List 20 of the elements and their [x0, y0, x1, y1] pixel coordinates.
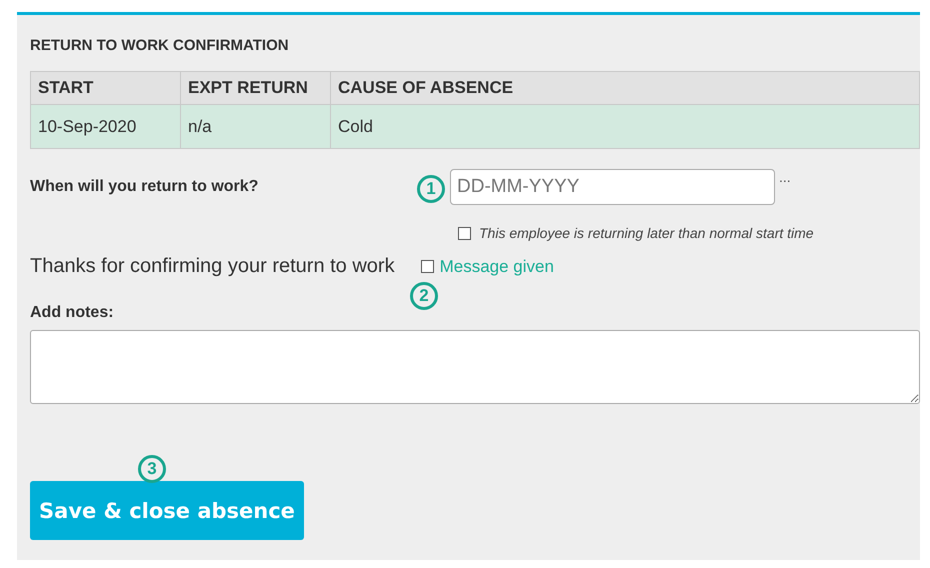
step-marker: 1: [417, 175, 445, 203]
table-cell: 10-Sep-2020: [30, 104, 180, 148]
column-header: EXPT RETURN: [180, 72, 330, 104]
checkbox-label: This employee is returning later than normal start time: [479, 225, 814, 241]
question-label: When will you return to work?: [30, 178, 258, 195]
notes-label: Add notes:: [30, 304, 114, 322]
checkbox-label: Message given: [440, 256, 554, 276]
late-checkbox[interactable]: [458, 226, 471, 240]
step-marker: 2: [410, 282, 438, 310]
message-checkbox[interactable]: [420, 260, 434, 273]
more-button[interactable]: ...: [779, 169, 791, 185]
step-marker: 3: [138, 455, 166, 483]
confirmation-text: Thanks for confirming your return to work: [30, 255, 395, 278]
column-header: CAUSE OF ABSENCE: [330, 72, 920, 104]
section-title: RETURN TO WORK CONFIRMATION: [30, 37, 289, 54]
table-cell: Cold: [330, 104, 920, 148]
column-header: START: [30, 72, 180, 104]
date-field[interactable]: DD-MM-YYYY: [450, 169, 775, 205]
table-cell: n/a: [180, 104, 330, 148]
notes-field[interactable]: [30, 330, 920, 404]
